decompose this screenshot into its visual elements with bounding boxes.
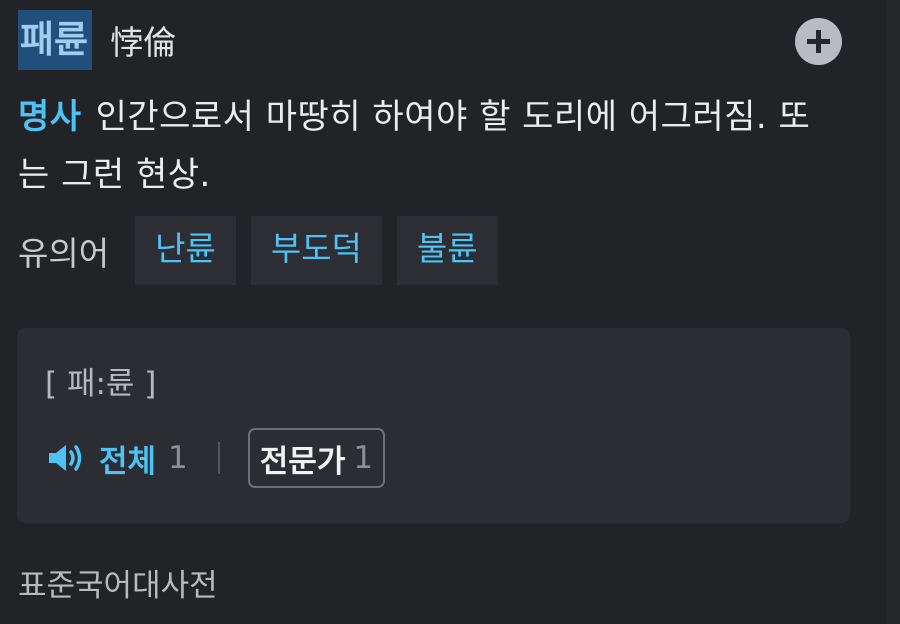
definition: 명사 인간으로서 마땅히 하여야 할 도리에 어그러짐. 또는 그런 현상. [18,88,838,204]
divider [217,442,220,474]
dictionary-source[interactable]: 표준국어대사전 [18,560,218,605]
synonym-chip[interactable]: 불륜 [396,216,498,285]
speaker-icon[interactable] [47,442,87,474]
all-pronunciations-link[interactable]: 전체 [99,436,156,481]
plus-icon-stroke [816,30,821,53]
synonym-chip[interactable]: 난륜 [135,216,236,285]
right-edge-strip [886,0,900,624]
audio-row: 전체 1 전문가 1 [47,428,386,488]
expert-count: 1 [353,440,374,476]
add-to-wordbook-button[interactable] [795,18,842,65]
hanja: 悖倫 [110,23,177,62]
headword[interactable]: 패륜 [18,10,93,70]
pronunciation-card: [ 패:륜 ] 전체 1 전문가 1 [17,328,850,523]
synonym-chip[interactable]: 부도덕 [250,216,382,285]
expert-label: 전문가 [259,443,346,480]
pronunciation-text: [ 패:륜 ] [45,366,157,402]
all-pronunciations-count: 1 [168,440,188,476]
synonyms-row: 유의어 난륜 부도덕 불륜 [18,216,513,285]
definition-text: 인간으로서 마땅히 하여야 할 도리에 어그러짐. 또는 그런 현상. [18,97,811,195]
part-of-speech: 명사 [18,97,82,137]
expert-pronunciation-button[interactable]: 전문가 1 [247,428,386,488]
synonyms-label: 유의어 [18,233,110,273]
entry-header: 패륜 悖倫 [18,10,176,70]
